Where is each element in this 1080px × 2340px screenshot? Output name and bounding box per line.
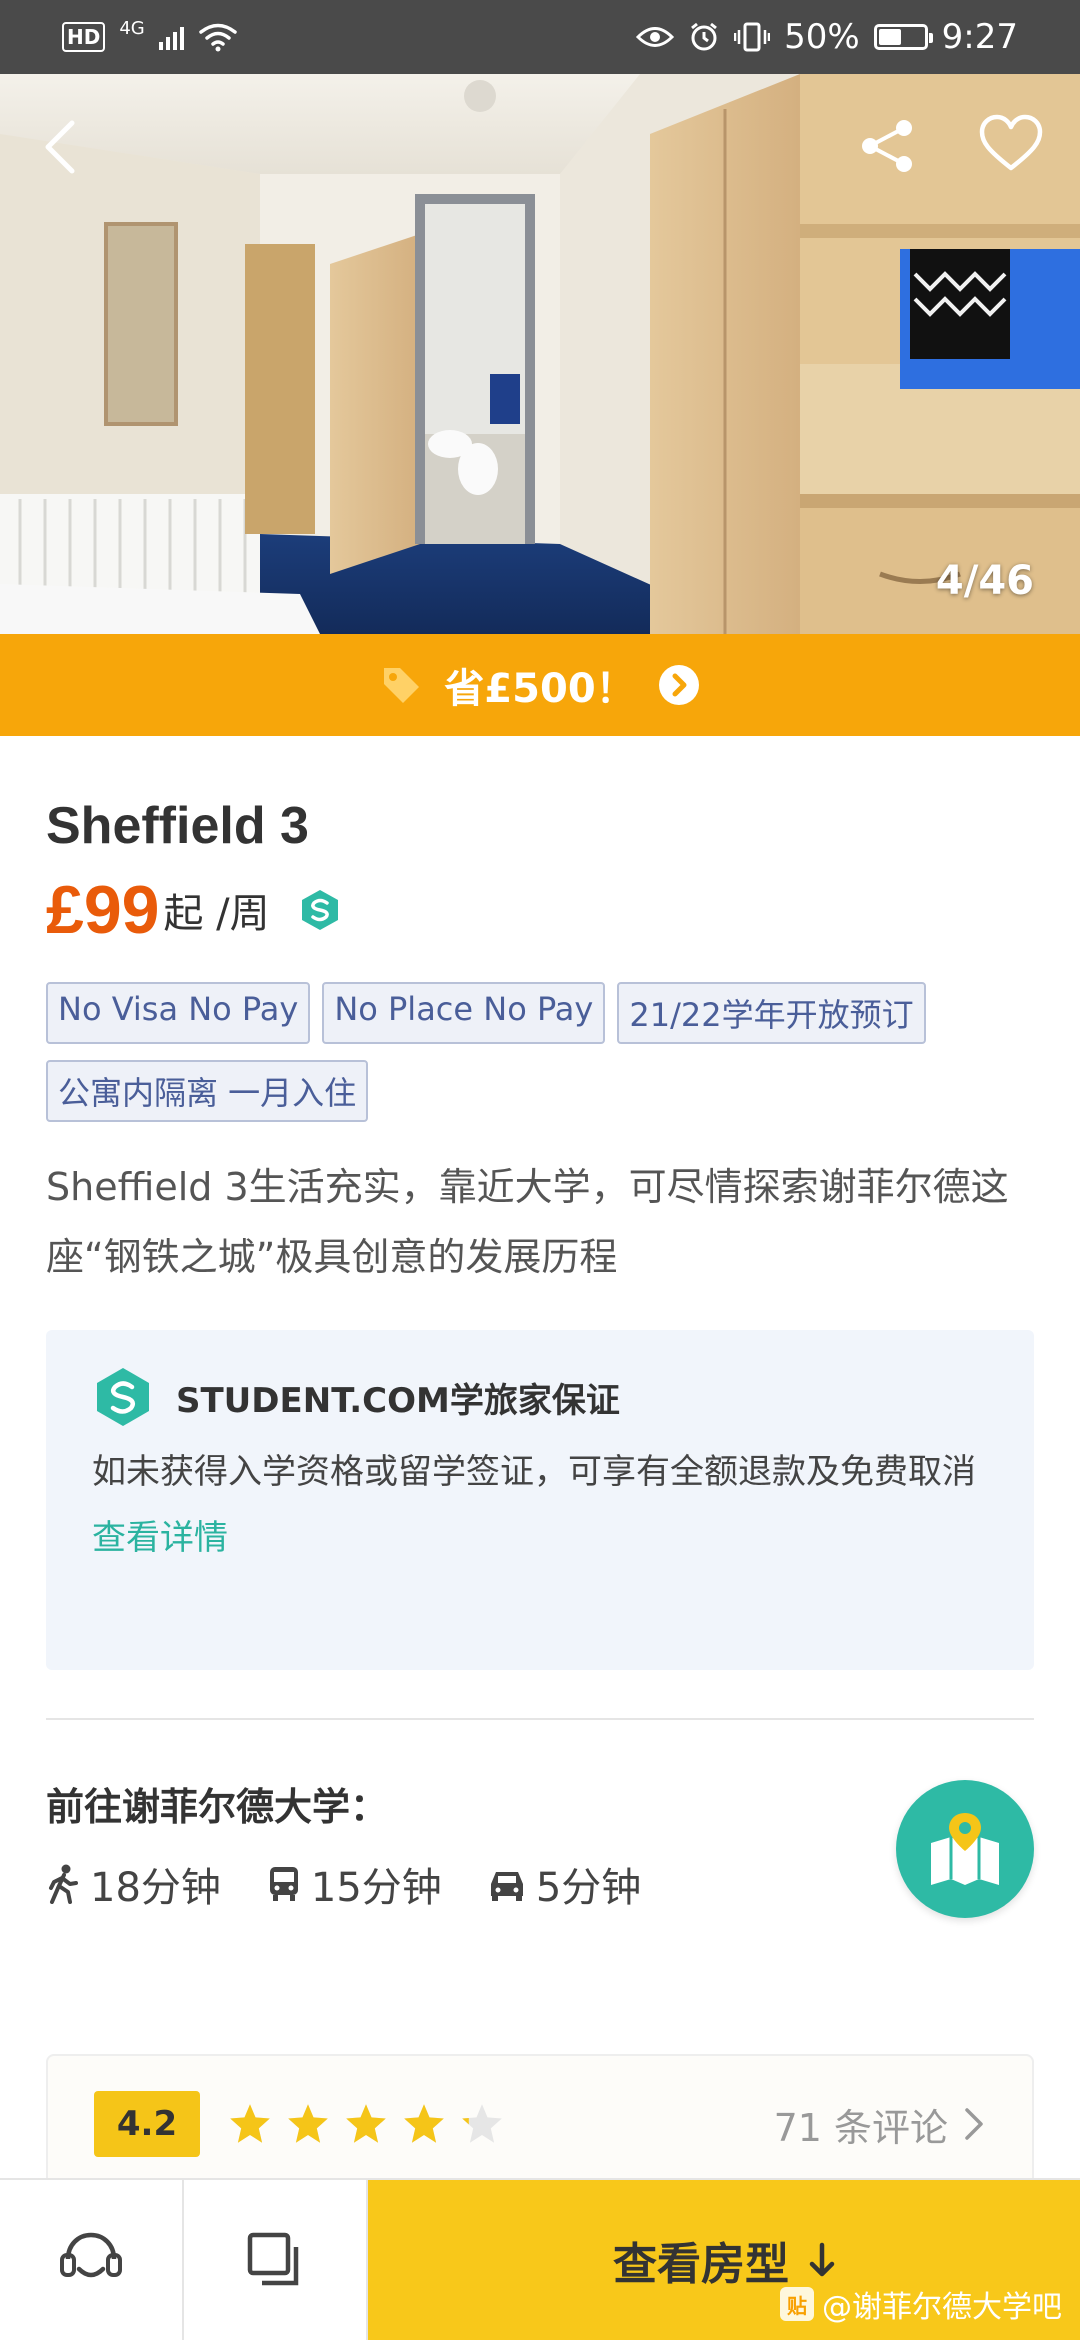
vibrate-icon — [734, 22, 771, 52]
student-logo-icon — [301, 890, 338, 930]
reviews-count: 71 条评论 — [773, 2105, 948, 2150]
cta-label: 查看房型 — [613, 2239, 789, 2290]
watermark: 贴 @谢菲尔德大学吧 — [780, 2282, 1062, 2326]
guarantee-title: STUDENT.COM学旅家保证 — [176, 1380, 620, 1421]
price-unit: 起 /周 — [163, 891, 270, 937]
star-icon — [346, 2104, 386, 2143]
walk-icon — [49, 1864, 78, 1904]
bus-icon — [269, 1867, 298, 1901]
hero-photo[interactable]: 4/46 — [0, 74, 1080, 634]
chevron-right-icon — [965, 2108, 983, 2140]
battery-icon — [873, 24, 933, 50]
star-icon — [288, 2104, 328, 2143]
tag-booking-open: 21/22学年开放预订 — [617, 982, 926, 1044]
commute-times: 18分钟 15分钟 5分钟 — [46, 1855, 1034, 1913]
promo-banner[interactable]: 省£500！ — [0, 634, 1080, 736]
back-arrow-icon — [45, 120, 75, 174]
customer-service-button[interactable] — [0, 2180, 184, 2340]
battery-percent: 50% — [784, 17, 860, 57]
hd-indicator: HD — [62, 22, 106, 52]
photo-counter: 4/46 — [935, 558, 1034, 604]
status-bar: HD 4G 50% 9:27 — [0, 0, 1080, 74]
star-icon — [462, 2104, 502, 2143]
price-row: £99 起 /周 — [46, 870, 1034, 950]
commute-section: 前往谢菲尔德大学： 18分钟 15分钟 5分钟 — [46, 1776, 1034, 1976]
wifi-icon — [199, 23, 237, 52]
eye-icon — [636, 27, 675, 47]
network-type: 4G — [119, 18, 145, 39]
arrow-down-icon — [809, 2242, 835, 2277]
signal-icon — [158, 24, 184, 50]
commute-bus: 15分钟 — [267, 1855, 442, 1913]
price: £99 — [46, 872, 160, 948]
bus-time: 15分钟 — [310, 1865, 442, 1911]
map-button[interactable] — [896, 1780, 1034, 1918]
tag-no-visa-no-pay: No Visa No Pay — [46, 982, 311, 1044]
compare-button[interactable] — [184, 2180, 368, 2340]
watermark-text: @谢菲尔德大学吧 — [822, 2290, 1062, 2325]
clock: 9:27 — [941, 17, 1018, 57]
listing-content: Sheffield 3 £99 起 /周 No Visa No Pay No P… — [46, 736, 1034, 1976]
status-right: 50% 9:27 — [636, 17, 1018, 57]
customer-service-icon — [60, 2232, 122, 2278]
bottom-action-bar: 查看房型 贴 @谢菲尔德大学吧 — [0, 2178, 1080, 2340]
walk-time: 18分钟 — [90, 1865, 221, 1911]
star-icon — [230, 2104, 270, 2143]
divider — [46, 1718, 1034, 1720]
tag-list: No Visa No Pay No Place No Pay 21/22学年开放… — [46, 982, 946, 1122]
commute-title: 前往谢菲尔德大学： — [46, 1785, 389, 1829]
status-left: HD 4G — [62, 18, 238, 52]
share-icon — [862, 120, 912, 172]
student-logo-icon — [97, 1368, 149, 1426]
view-details-link[interactable]: 查看详情 — [92, 1510, 228, 1559]
heart-icon — [979, 114, 1043, 171]
star-icon — [404, 2104, 444, 2143]
commute-car: 5分钟 — [488, 1855, 641, 1913]
rating-card[interactable]: 4.2 71 条评论 — [46, 2054, 1034, 2194]
back-button[interactable] — [32, 112, 88, 182]
map-icon — [931, 1813, 999, 1885]
tag-quarantine: 公寓内隔离 一月入住 — [46, 1060, 369, 1122]
compare-icon — [247, 2232, 299, 2286]
reviews-link[interactable]: 71 条评论 — [774, 2097, 984, 2152]
car-time: 5分钟 — [535, 1865, 642, 1911]
guarantee-card: STUDENT.COM学旅家保证 如未获得入学资格或留学签证，可享有全额退款及免… — [46, 1330, 1034, 1670]
rating-score: 4.2 — [94, 2091, 200, 2157]
favorite-button[interactable] — [978, 112, 1044, 178]
view-room-types-button[interactable]: 查看房型 贴 @谢菲尔德大学吧 — [368, 2180, 1080, 2340]
alarm-icon — [691, 22, 717, 51]
promo-text: 省£500！ — [444, 666, 636, 712]
battery-level — [878, 29, 901, 45]
tag-no-place-no-pay: No Place No Pay — [322, 982, 606, 1044]
car-icon — [490, 1872, 523, 1901]
commute-walk: 18分钟 — [46, 1855, 221, 1913]
tag-icon — [384, 668, 420, 703]
chevron-right-icon — [658, 665, 699, 705]
star-rating — [228, 2102, 504, 2146]
watermark-logo: 贴 — [780, 2287, 814, 2321]
guarantee-header: STUDENT.COM学旅家保证 — [92, 1366, 988, 1428]
share-button[interactable] — [856, 114, 920, 178]
guarantee-body: 如未获得入学资格或留学签证，可享有全额退款及免费取消 — [92, 1452, 976, 1492]
property-description: Sheffield 3生活充实，靠近大学，可尽情探索谢菲尔德这座“钢铁之城”极具… — [46, 1165, 1009, 1279]
property-title: Sheffield 3 — [46, 797, 309, 855]
